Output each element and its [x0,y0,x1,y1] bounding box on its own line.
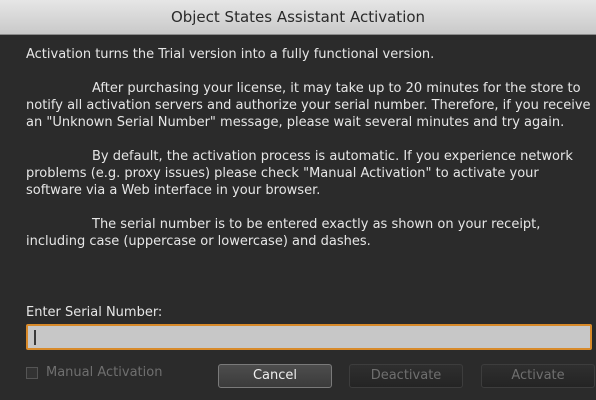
deactivate-button[interactable]: Deactivate [349,364,463,388]
serial-number-label: Enter Serial Number: [26,305,163,320]
text-caret [34,330,36,345]
manual-activation-option[interactable]: Manual Activation [26,365,162,380]
description-paragraph-2: After purchasing your license, it may ta… [26,81,591,130]
serial-number-input[interactable] [26,324,592,350]
activate-button[interactable]: Activate [481,364,595,388]
description-paragraph-3: By default, the activation process is au… [26,149,573,198]
description: Activation turns the Trial version into … [26,46,592,267]
window-title: Object States Assistant Activation [0,0,596,35]
manual-activation-label: Manual Activation [46,365,163,380]
description-paragraph-1: Activation turns the Trial version into … [26,47,435,62]
cancel-button[interactable]: Cancel [218,364,332,388]
activation-dialog: Object States Assistant Activation Activ… [0,0,596,400]
manual-activation-checkbox[interactable] [26,366,38,379]
description-paragraph-4: The serial number is to be entered exact… [26,217,541,249]
